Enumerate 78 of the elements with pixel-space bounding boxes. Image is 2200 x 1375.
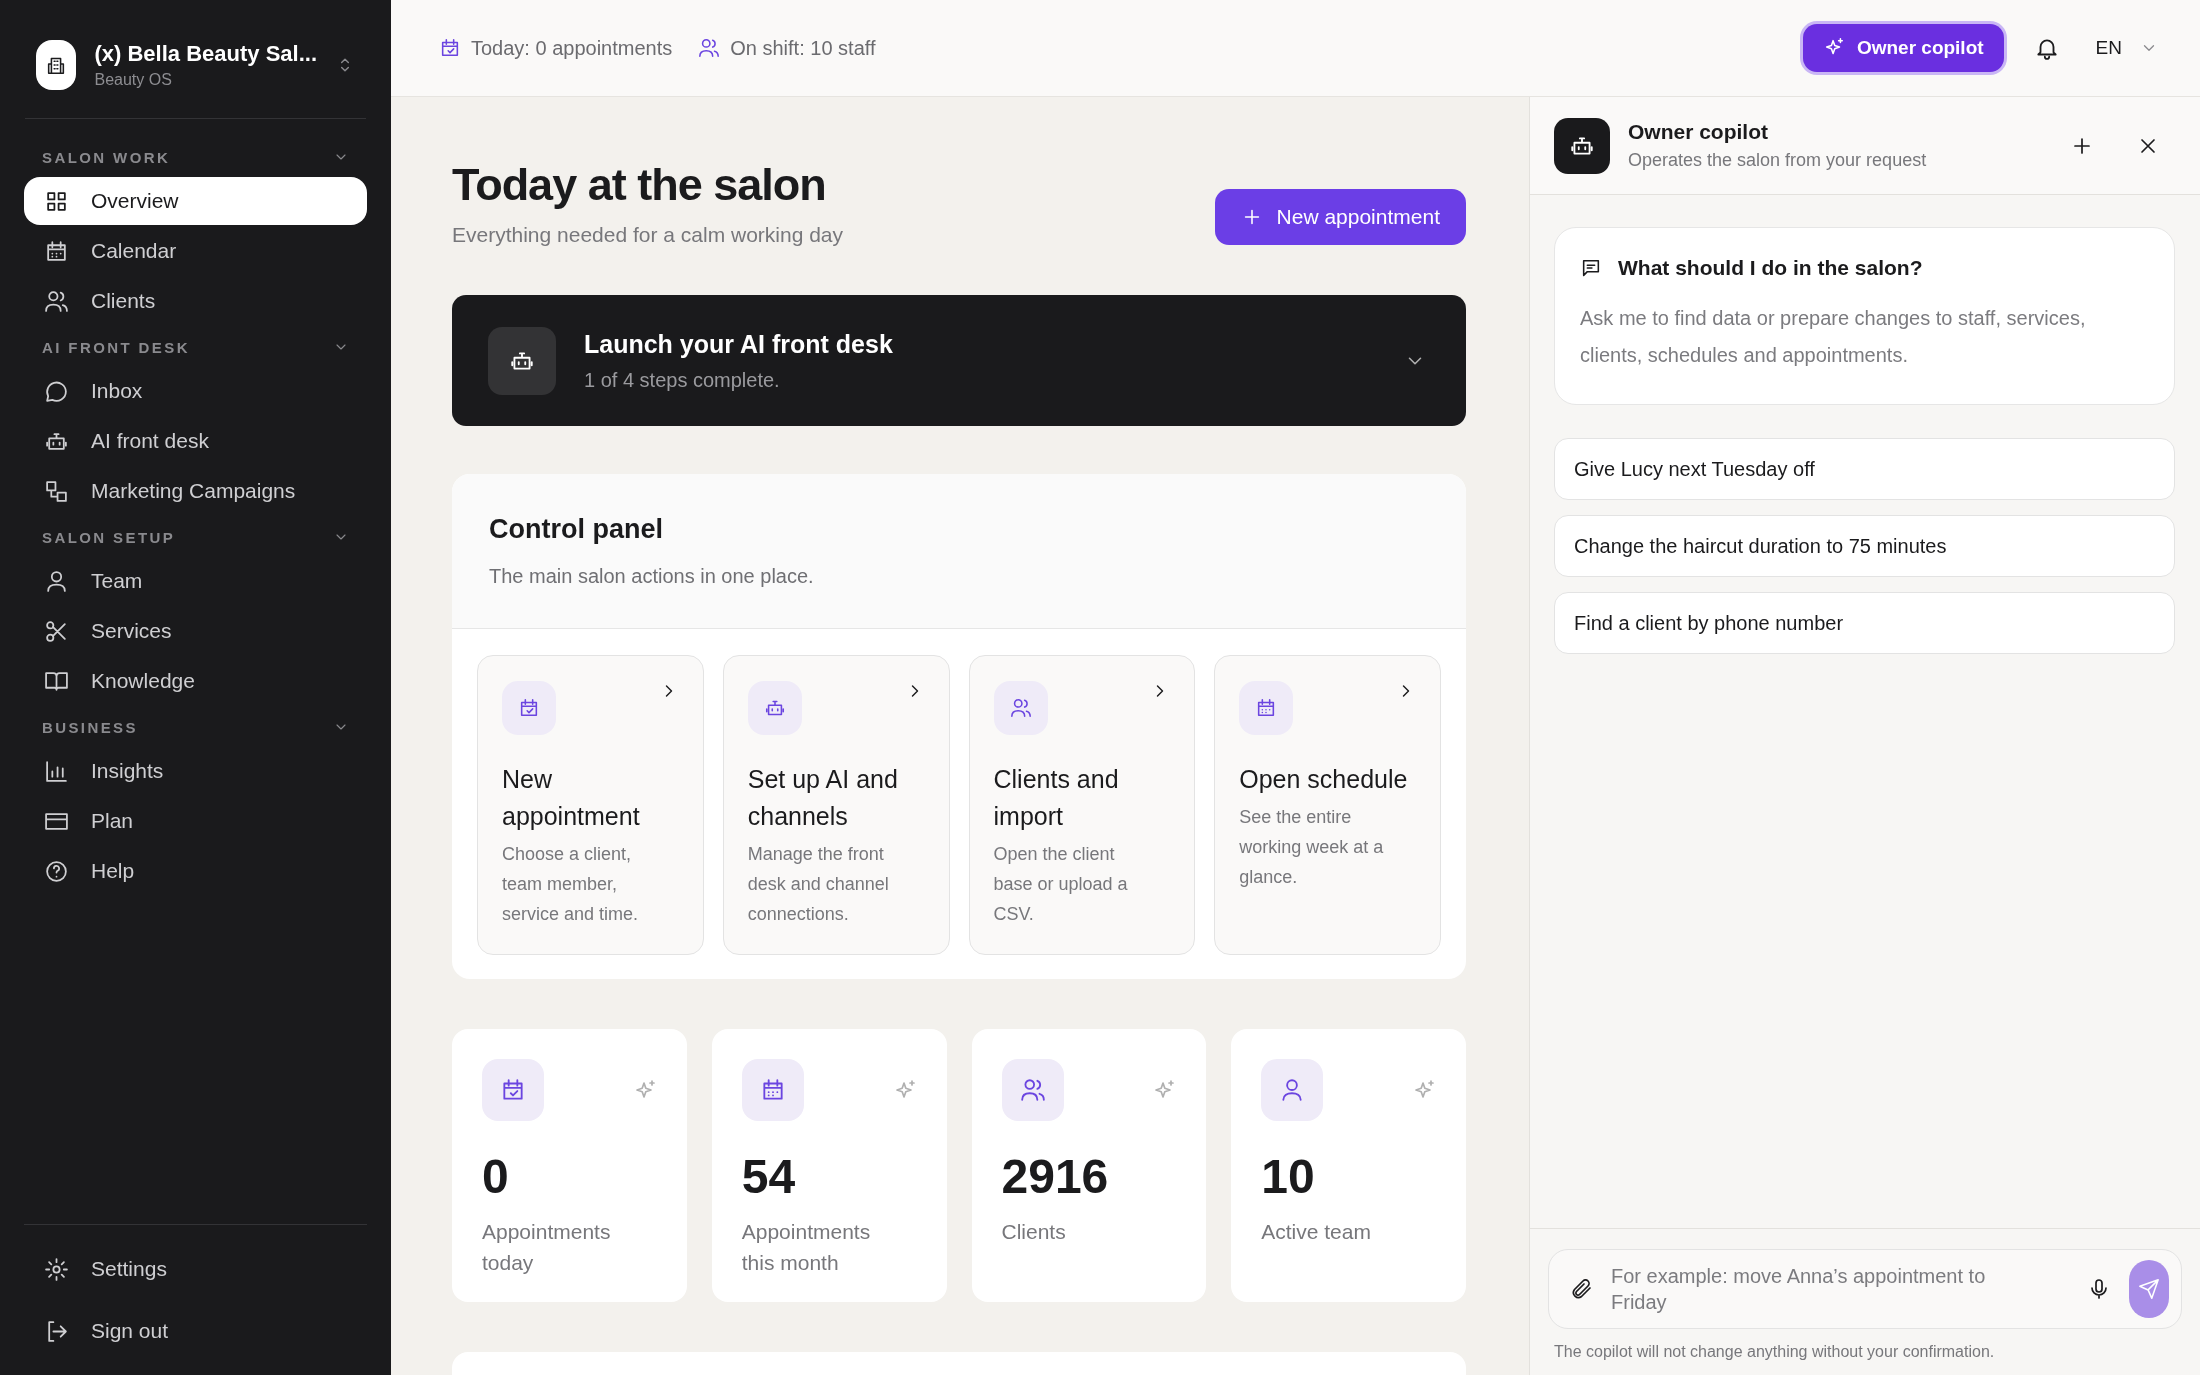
attach-icon[interactable] (1569, 1277, 1593, 1301)
nodes-icon (44, 478, 69, 504)
intro-text: Ask me to find data or prepare changes to staff, services, clients, schedules and appointments. (1580, 306, 2087, 368)
section-title: AI FRONT DESK (42, 338, 190, 356)
stat-text: On shift: 10 staff (730, 36, 876, 60)
metric-label: Appointments this month (741, 1219, 872, 1276)
panel-subtitle: The main salon actions in one place. (489, 565, 815, 588)
nav-item[interactable]: Services (24, 607, 367, 655)
action-card[interactable]: Open schedule See the entire working week at a glance. (1214, 655, 1441, 955)
action-description: See the entire working week at a glance. (1239, 806, 1385, 889)
action-title: Set up AI and channels (747, 764, 899, 832)
action-card[interactable]: Clients and import Open the client base or upload a CSV. (968, 655, 1196, 955)
page-subtitle: Everything needed for a calm working day (452, 223, 844, 247)
scissors-icon (44, 618, 69, 644)
nav-item[interactable]: Settings (24, 1245, 367, 1293)
action-card[interactable]: New appointment Choose a client, team member, service and time. (477, 655, 704, 955)
message-icon (1580, 257, 1602, 279)
owner-copilot-button[interactable]: Owner copilot (1802, 24, 2004, 72)
help-icon (44, 858, 69, 884)
metric-value: 10 (1261, 1149, 1316, 1204)
message-composer[interactable]: For example: move Anna’s appointment to Friday (1548, 1249, 2182, 1329)
action-title: New appointment (502, 764, 641, 832)
users-icon (44, 288, 69, 314)
users-icon (698, 37, 721, 59)
users-icon (1019, 1077, 1046, 1103)
section-title: SALON WORK (42, 148, 171, 166)
nav-item[interactable]: Calendar (24, 227, 367, 275)
bar-chart-icon (44, 758, 69, 784)
metric-value: 54 (741, 1149, 797, 1204)
workspace-name[interactable]: (x) Bella Beauty Sal... (94, 41, 317, 67)
send-button[interactable] (2129, 1260, 2169, 1318)
suggestion-button[interactable]: Find a client by phone number (1554, 592, 2175, 654)
nav-item[interactable]: Help (24, 847, 367, 895)
calendar-icon (44, 238, 69, 264)
action-description: Choose a client, team member, service and time. (502, 843, 640, 926)
metric-value: 2916 (1001, 1149, 1110, 1204)
send-icon (2138, 1278, 2160, 1300)
intro-title: What should I do in the salon? (1618, 256, 1923, 280)
metric-label: Active team (1261, 1219, 1372, 1245)
calendar-icon (500, 1077, 526, 1103)
nav-item[interactable]: Sign out (24, 1307, 367, 1355)
page-title: Today at the salon (452, 159, 827, 211)
copilot-title: Owner copilot (1628, 120, 1769, 144)
message-field[interactable]: For example: move Anna’s appointment to Friday (1611, 1263, 2011, 1315)
nav-item[interactable]: Marketing Campaigns (24, 467, 367, 515)
settings-icon (44, 1256, 69, 1282)
action-description: Manage the front desk and channel connections. (747, 843, 890, 926)
suggestion-button[interactable]: Give Lucy next Tuesday off (1554, 438, 2175, 500)
action-card[interactable]: Set up AI and channels Manage the front desk and channel connections. (722, 655, 950, 955)
calendar-icon (439, 37, 461, 59)
nav-item[interactable]: Team (24, 557, 367, 605)
suggestion-button[interactable]: Change the haircut duration to 75 minutes (1554, 515, 2175, 577)
user-icon (44, 568, 69, 594)
metric-value: 0 (482, 1149, 510, 1204)
nav-item[interactable]: Insights (24, 747, 367, 795)
calendar-icon (518, 697, 540, 719)
language-selector[interactable]: EN (2089, 37, 2164, 59)
workspace-subtitle: Beauty OS (94, 71, 173, 89)
metric-label: Clients (1001, 1219, 1067, 1245)
action-title: Clients and import (993, 764, 1120, 832)
metric-label: Appointments today (482, 1219, 612, 1276)
stat-text: Today: 0 appointments (471, 36, 673, 60)
section-title: SALON SETUP (42, 528, 176, 546)
nav-item[interactable]: Clients (24, 277, 367, 325)
copilot-subtitle: Operates the salon from your request (1628, 150, 1928, 171)
new-appointment-button[interactable]: New appointment (1214, 189, 1466, 245)
disclaimer-text: The copilot will not change anything without your confirmation. (1553, 1343, 1996, 1361)
action-description: Open the client base or upload a CSV. (993, 843, 1129, 926)
nav-item[interactable]: Inbox (24, 367, 367, 415)
nav-item[interactable]: Knowledge (24, 657, 367, 705)
banner-title: Launch your AI front desk (584, 329, 894, 359)
nav-item[interactable]: AI front desk (24, 417, 367, 465)
users-icon (1009, 697, 1032, 719)
action-title: Open schedule (1239, 764, 1409, 795)
nav-item[interactable]: Overview (24, 177, 367, 225)
nav-item[interactable]: Plan (24, 797, 367, 845)
section-title: BUSINESS (42, 718, 138, 736)
panel-title: Control panel (489, 514, 664, 545)
